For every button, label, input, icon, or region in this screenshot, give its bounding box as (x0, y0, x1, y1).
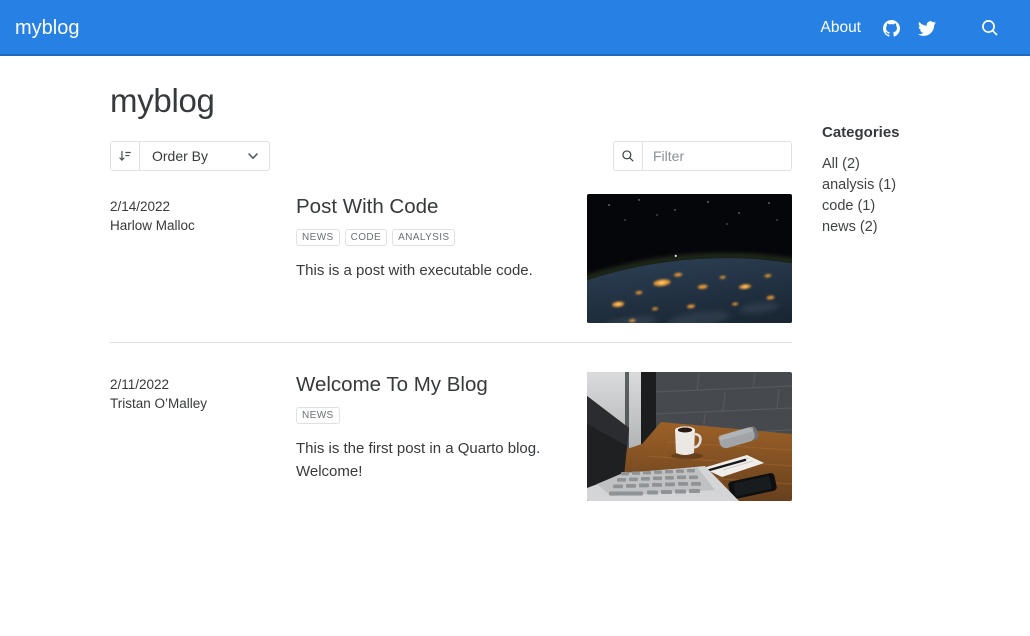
post-date: 2/11/2022 (110, 375, 280, 394)
post-body: Welcome To My Blog NEWS This is the firs… (296, 372, 571, 501)
order-by-group: Order By (110, 141, 270, 171)
nav-link-about[interactable]: About (820, 19, 861, 37)
post-description: This is a post with executable code. (296, 259, 571, 282)
listing-toolbar: Order By (110, 141, 792, 171)
post-author: Harlow Malloc (110, 216, 280, 235)
order-by-select[interactable]: Order By (139, 141, 270, 171)
order-by-label: Order By (152, 148, 208, 164)
navbar-brand[interactable]: myblog (15, 17, 79, 40)
page-title: myblog (110, 82, 792, 120)
sort-icon (110, 141, 139, 171)
tag-analysis[interactable]: ANALYSIS (392, 229, 455, 247)
chevron-down-icon (247, 150, 259, 162)
post-title-link[interactable]: Post With Code (296, 194, 571, 220)
navbar-right: About (820, 18, 1014, 38)
post-metadata: 2/14/2022 Harlow Malloc (110, 194, 280, 323)
category-all[interactable]: All (2) (822, 154, 1008, 175)
main-column: myblog Order By (110, 56, 792, 521)
post-metadata: 2/11/2022 Tristan O’Malley (110, 372, 280, 501)
post-row-1: 2/14/2022 Harlow Malloc Post With Code N… (110, 173, 792, 343)
categories-sidebar: Categories All (2) analysis (1) code (1)… (822, 56, 1008, 521)
post-body: Post With Code NEWS CODE ANALYSIS This i… (296, 194, 571, 323)
post-thumbnail-earth[interactable] (587, 194, 792, 323)
tag-news[interactable]: NEWS (296, 407, 340, 425)
search-icon[interactable] (980, 18, 1000, 38)
post-listing: 2/14/2022 Harlow Malloc Post With Code N… (110, 173, 792, 521)
category-code[interactable]: code (1) (822, 196, 1008, 217)
github-icon[interactable] (883, 20, 900, 37)
post-tags: NEWS CODE ANALYSIS (296, 229, 571, 247)
category-analysis[interactable]: analysis (1) (822, 175, 1008, 196)
filter-group (613, 141, 792, 171)
tag-news[interactable]: NEWS (296, 229, 340, 247)
navbar: myblog About (0, 0, 1030, 56)
tag-code[interactable]: CODE (345, 229, 388, 247)
category-news[interactable]: news (2) (822, 217, 1008, 238)
post-tags: NEWS (296, 407, 571, 425)
twitter-icon[interactable] (918, 19, 936, 37)
post-title-link[interactable]: Welcome To My Blog (296, 372, 571, 398)
categories-heading: Categories (822, 124, 1008, 141)
post-description: This is the first post in a Quarto blog.… (296, 437, 571, 484)
post-thumbnail-desk[interactable] (587, 372, 792, 501)
post-author: Tristan O’Malley (110, 394, 280, 413)
post-row-2: 2/11/2022 Tristan O’Malley Welcome To My… (110, 343, 792, 521)
filter-search-icon (613, 141, 642, 171)
content-layout: myblog Order By (0, 56, 1030, 521)
filter-input[interactable] (642, 141, 792, 171)
post-date: 2/14/2022 (110, 197, 280, 216)
